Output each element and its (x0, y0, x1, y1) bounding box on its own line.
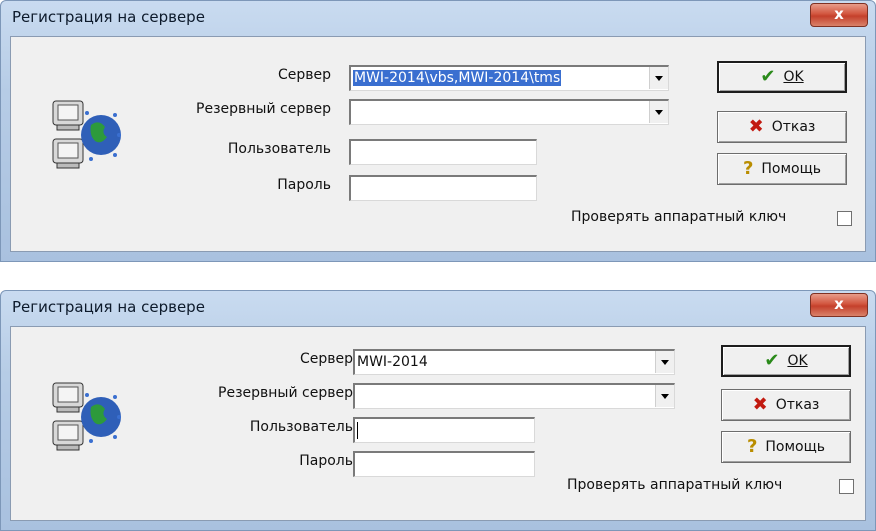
cancel-button[interactable]: ✖ Отказ (721, 389, 851, 421)
ok-button-label: OK (787, 353, 808, 369)
red-x-icon: ✖ (752, 394, 768, 415)
network-computers-globe-icon (52, 100, 121, 169)
server-label: Сервер (299, 351, 353, 367)
ok-button[interactable]: ✔ OK (717, 61, 847, 93)
server-combobox[interactable]: MWI-2014 (353, 349, 675, 375)
user-field[interactable] (349, 139, 537, 165)
chevron-down-icon[interactable] (655, 351, 674, 373)
reserve-server-label: Резервный сервер (196, 101, 331, 117)
dialog-client-area: Сервер MWI-2014\vbs,MWI-2014\tms Резервн… (10, 36, 866, 252)
server-combobox[interactable]: MWI-2014\vbs,MWI-2014\tms (349, 65, 669, 91)
password-label: Пароль (277, 177, 331, 193)
question-mark-icon: ? (742, 158, 754, 179)
cancel-button[interactable]: ✖ Отказ (717, 111, 847, 143)
title-bar[interactable]: Регистрация на сервере x (0, 290, 876, 326)
chevron-down-icon[interactable] (649, 67, 668, 89)
server-label: Сервер (277, 67, 331, 83)
ok-button[interactable]: ✔ OK (721, 345, 851, 377)
close-icon: x (834, 5, 844, 23)
login-dialog-1: Регистрация на сервере x Сервер MWI-2014… (0, 0, 876, 262)
server-value: MWI-2014 (357, 354, 428, 370)
user-label: Пользователь (249, 419, 353, 435)
network-computers-globe-icon (52, 382, 121, 451)
checkmark-icon: ✔ (760, 66, 776, 87)
title-bar[interactable]: Регистрация на сервере x (0, 0, 876, 36)
chevron-down-icon[interactable] (655, 385, 674, 407)
checkmark-icon: ✔ (764, 350, 780, 371)
help-button-label: Помощь (765, 439, 826, 455)
window-title: Регистрация на сервере (12, 8, 205, 26)
password-field[interactable] (349, 175, 537, 201)
chevron-down-icon[interactable] (649, 101, 668, 123)
hardware-key-checkbox[interactable] (837, 211, 852, 226)
close-button[interactable]: x (810, 3, 868, 27)
password-label: Пароль (299, 453, 353, 469)
reserve-server-label: Резервный сервер (218, 385, 353, 401)
close-button[interactable]: x (810, 293, 868, 317)
help-button[interactable]: ? Помощь (717, 153, 847, 185)
login-dialog-2: Регистрация на сервере x Сервер MWI-2014… (0, 290, 876, 531)
help-button[interactable]: ? Помощь (721, 431, 851, 463)
cancel-button-label: Отказ (775, 397, 820, 413)
ok-button-label: OK (783, 69, 804, 85)
hardware-key-checkbox[interactable] (839, 479, 854, 494)
text-cursor (357, 421, 358, 439)
dialog-client-area: Сервер MWI-2014 Резервный сервер Пользов… (10, 326, 866, 521)
user-field[interactable] (353, 417, 535, 443)
cancel-button-label: Отказ (771, 119, 816, 135)
question-mark-icon: ? (746, 436, 758, 457)
hardware-key-label: Проверять аппаратный ключ (571, 209, 787, 225)
close-icon: x (834, 295, 844, 313)
server-value: MWI-2014\vbs,MWI-2014\tms (353, 70, 562, 86)
reserve-server-combobox[interactable] (349, 99, 669, 125)
window-title: Регистрация на сервере (12, 298, 205, 316)
user-label: Пользователь (227, 141, 331, 157)
password-field[interactable] (353, 451, 535, 477)
reserve-server-combobox[interactable] (353, 383, 675, 409)
help-button-label: Помощь (761, 161, 822, 177)
hardware-key-label: Проверять аппаратный ключ (567, 477, 783, 493)
red-x-icon: ✖ (748, 116, 764, 137)
